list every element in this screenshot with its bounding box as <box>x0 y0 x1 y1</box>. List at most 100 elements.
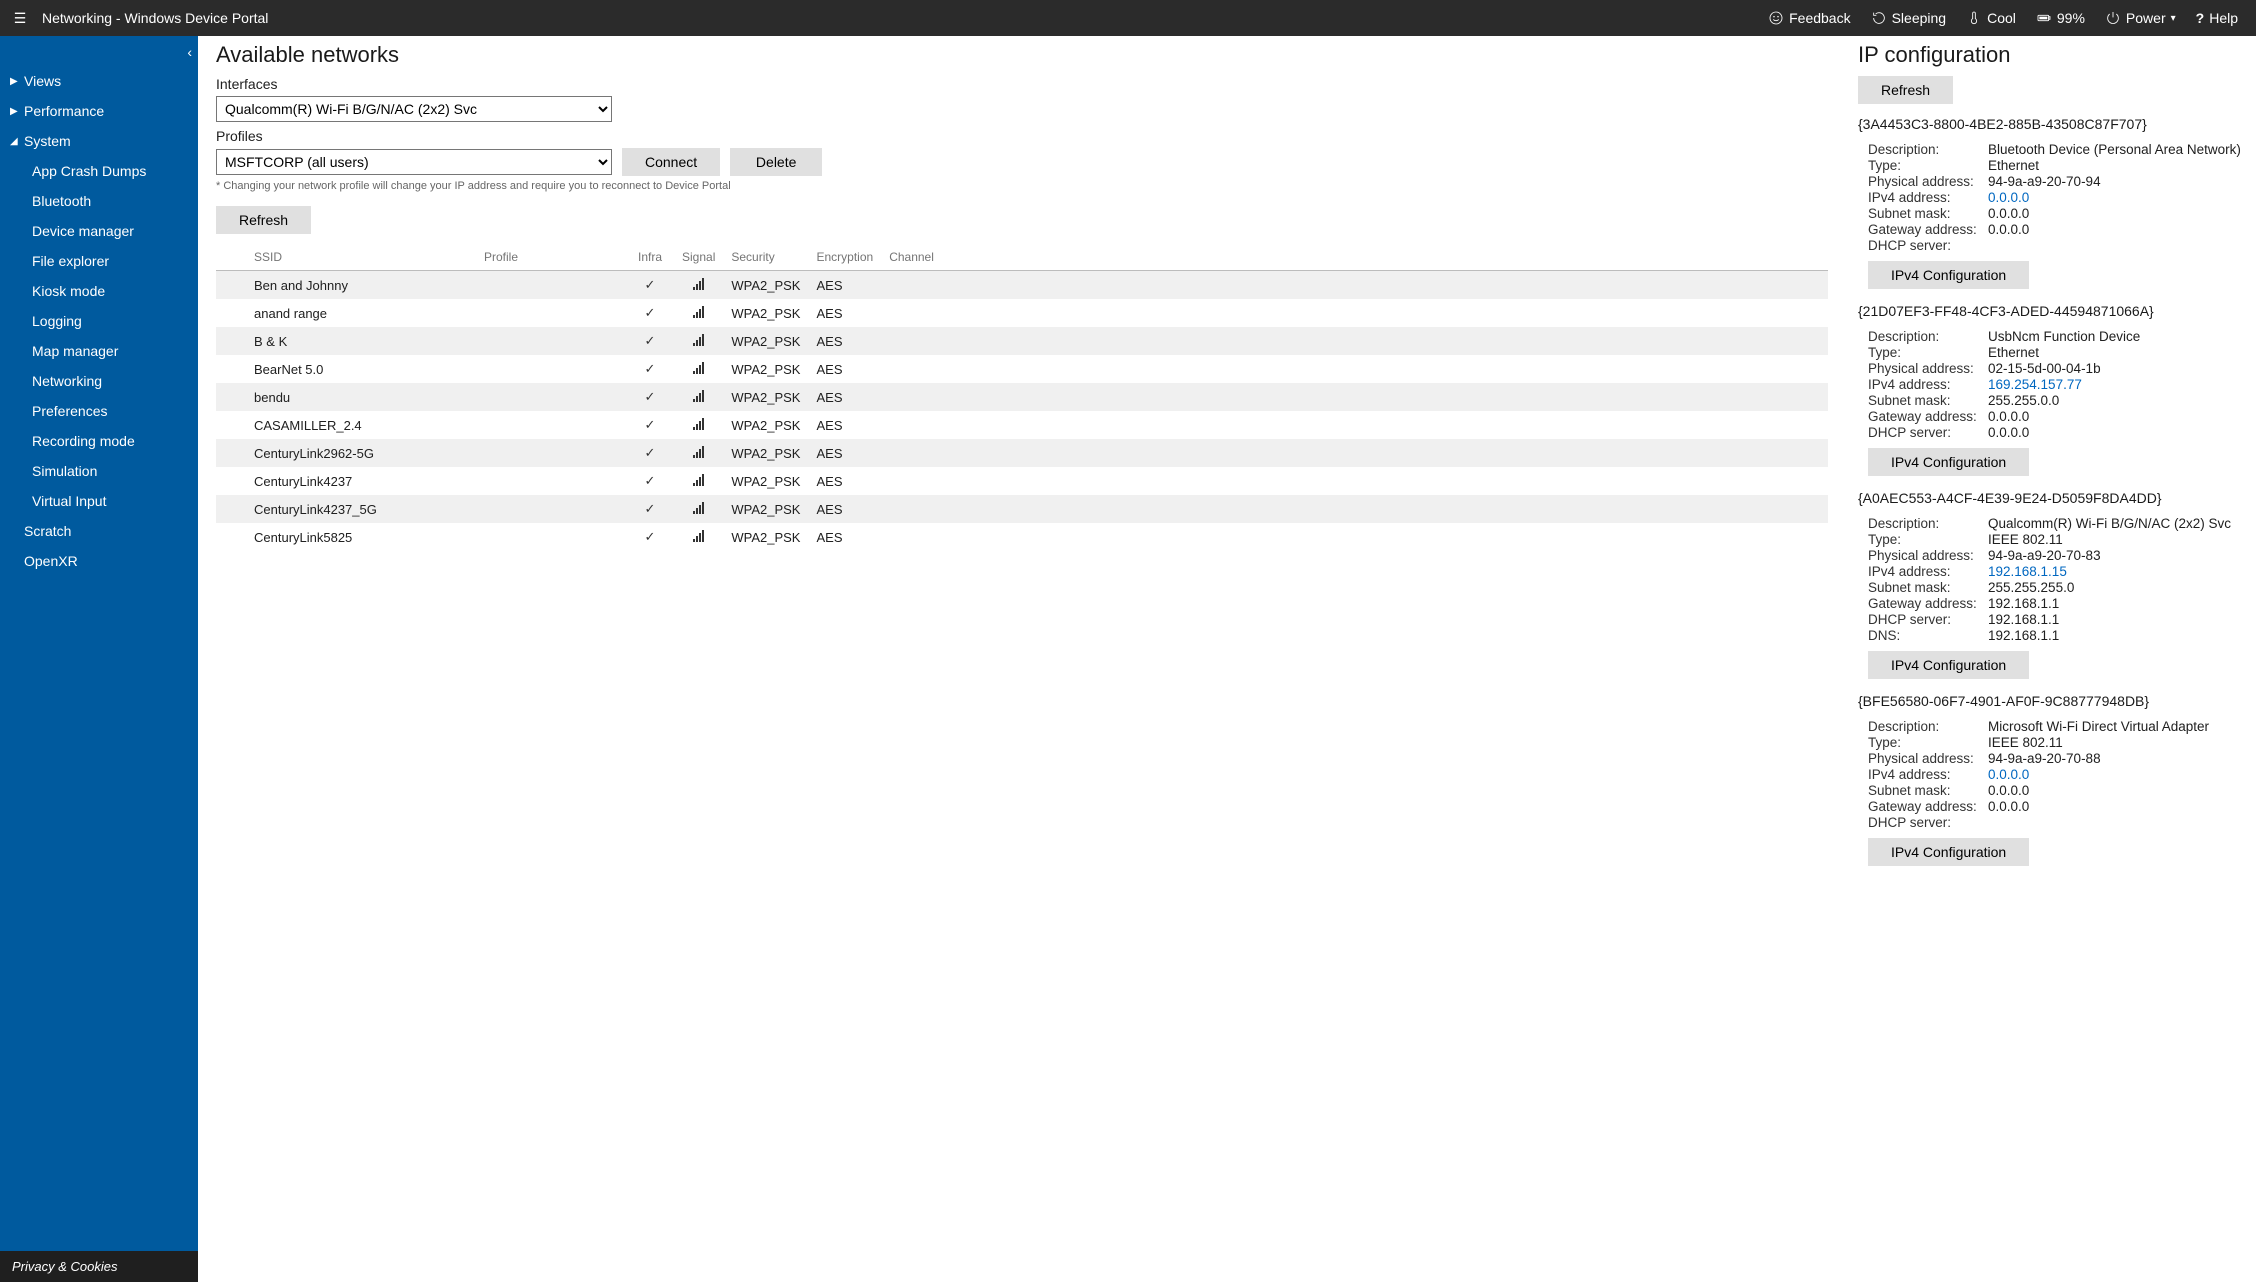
sidebar-item-openxr[interactable]: OpenXR <box>0 546 198 576</box>
feedback-button[interactable]: Feedback <box>1768 10 1850 26</box>
ip-configuration-panel: IP configuration Refresh {3A4453C3-8800-… <box>1846 36 2256 1282</box>
signal-icon <box>693 334 704 346</box>
signal-icon <box>693 502 704 514</box>
delete-button[interactable]: Delete <box>730 148 822 176</box>
sidebar-item-virtual-input[interactable]: Virtual Input <box>0 486 198 516</box>
sidebar-item-kiosk-mode[interactable]: Kiosk mode <box>0 276 198 306</box>
network-row[interactable]: benduWPA2_PSKAES <box>216 383 1828 411</box>
interfaces-label: Interfaces <box>216 76 1828 92</box>
check-icon <box>645 333 656 348</box>
privacy-link[interactable]: Privacy & Cookies <box>0 1251 198 1282</box>
adapter-properties: Description:Qualcomm(R) Wi-Fi B/G/N/AC (… <box>1858 516 2244 643</box>
check-icon <box>645 473 656 488</box>
network-row[interactable]: CenturyLink4237WPA2_PSKAES <box>216 467 1828 495</box>
column-header[interactable] <box>216 244 246 271</box>
help-button[interactable]: ? Help <box>2196 10 2238 26</box>
sidebar-item-file-explorer[interactable]: File explorer <box>0 246 198 276</box>
network-row[interactable]: CenturyLink2962-5GWPA2_PSKAES <box>216 439 1828 467</box>
ipv4-configuration-button[interactable]: IPv4 Configuration <box>1868 651 2029 679</box>
caret-icon: ◢ <box>10 136 20 147</box>
top-bar: ☰ Networking - Windows Device Portal Fee… <box>0 0 2256 36</box>
sidebar-item-recording-mode[interactable]: Recording mode <box>0 426 198 456</box>
check-icon <box>645 389 656 404</box>
check-icon <box>645 361 656 376</box>
sidebar-item-bluetooth[interactable]: Bluetooth <box>0 186 198 216</box>
check-icon <box>645 501 656 516</box>
sidebar-item-simulation[interactable]: Simulation <box>0 456 198 486</box>
ipv4-configuration-button[interactable]: IPv4 Configuration <box>1868 838 2029 866</box>
adapter-guid: {BFE56580-06F7-4901-AF0F-9C88777948DB} <box>1858 693 2244 709</box>
column-header[interactable]: Encryption <box>808 244 881 271</box>
nav-group-performance[interactable]: ▶Performance <box>0 96 198 126</box>
caret-icon: ▶ <box>10 76 20 87</box>
thermal-button[interactable]: Cool <box>1966 10 2016 26</box>
adapter-guid: {21D07EF3-FF48-4CF3-ADED-44594871066A} <box>1858 303 2244 319</box>
sidebar-item-networking[interactable]: Networking <box>0 366 198 396</box>
nav: ▶Views▶Performance◢SystemApp Crash Dumps… <box>0 36 198 1251</box>
profiles-label: Profiles <box>216 128 1828 144</box>
interface-select[interactable]: Qualcomm(R) Wi-Fi B/G/N/AC (2x2) Svc <box>216 96 612 122</box>
networks-table: SSIDProfileInfraSignalSecurityEncryption… <box>216 244 1828 551</box>
adapter-properties: Description:Bluetooth Device (Personal A… <box>1858 142 2244 253</box>
network-row[interactable]: BearNet 5.0WPA2_PSKAES <box>216 355 1828 383</box>
column-header[interactable]: Profile <box>476 244 626 271</box>
signal-icon <box>693 474 704 486</box>
ipv4-configuration-button[interactable]: IPv4 Configuration <box>1868 448 2029 476</box>
menu-icon[interactable]: ☰ <box>8 10 32 27</box>
profile-change-note: * Changing your network profile will cha… <box>216 180 1828 192</box>
network-row[interactable]: CenturyLink4237_5GWPA2_PSKAES <box>216 495 1828 523</box>
ipv4-link[interactable]: 0.0.0.0 <box>1988 190 2244 205</box>
network-row[interactable]: anand rangeWPA2_PSKAES <box>216 299 1828 327</box>
adapter-properties: Description:UsbNcm Function DeviceType:E… <box>1858 329 2244 440</box>
chevron-down-icon: ▾ <box>2171 13 2176 24</box>
network-row[interactable]: Ben and JohnnyWPA2_PSKAES <box>216 271 1828 300</box>
ipv4-link[interactable]: 192.168.1.15 <box>1988 564 2244 579</box>
nav-group-system[interactable]: ◢System <box>0 126 198 156</box>
ipv4-link[interactable]: 0.0.0.0 <box>1988 767 2244 782</box>
battery-icon <box>2036 10 2052 26</box>
column-header[interactable]: Channel <box>881 244 1828 271</box>
battery-button[interactable]: 99% <box>2036 10 2085 26</box>
column-header[interactable]: SSID <box>246 244 476 271</box>
profile-select[interactable]: MSFTCORP (all users) <box>216 149 612 175</box>
signal-icon <box>693 306 704 318</box>
sleeping-button[interactable]: Sleeping <box>1871 10 1947 26</box>
adapter-block: {A0AEC553-A4CF-4E39-9E24-D5059F8DA4DD}De… <box>1858 490 2244 679</box>
ipv4-configuration-button[interactable]: IPv4 Configuration <box>1868 261 2029 289</box>
refresh-ipconfig-button[interactable]: Refresh <box>1858 76 1953 104</box>
column-header[interactable]: Security <box>723 244 808 271</box>
check-icon <box>645 277 656 292</box>
sidebar: ‹ ▶Views▶Performance◢SystemApp Crash Dum… <box>0 36 198 1282</box>
sidebar-item-device-manager[interactable]: Device manager <box>0 216 198 246</box>
column-header[interactable]: Infra <box>626 244 674 271</box>
signal-icon <box>693 530 704 542</box>
history-icon <box>1871 10 1887 26</box>
refresh-networks-button[interactable]: Refresh <box>216 206 311 234</box>
adapter-properties: Description:Microsoft Wi-Fi Direct Virtu… <box>1858 719 2244 830</box>
network-row[interactable]: CenturyLink5825WPA2_PSKAES <box>216 523 1828 551</box>
thermometer-icon <box>1966 10 1982 26</box>
sidebar-item-app-crash-dumps[interactable]: App Crash Dumps <box>0 156 198 186</box>
sidebar-item-logging[interactable]: Logging <box>0 306 198 336</box>
caret-icon: ▶ <box>10 106 20 117</box>
sidebar-item-preferences[interactable]: Preferences <box>0 396 198 426</box>
sidebar-item-scratch[interactable]: Scratch <box>0 516 198 546</box>
sidebar-item-map-manager[interactable]: Map manager <box>0 336 198 366</box>
signal-icon <box>693 362 704 374</box>
network-row[interactable]: CASAMILLER_2.4WPA2_PSKAES <box>216 411 1828 439</box>
power-button[interactable]: Power ▾ <box>2105 10 2176 26</box>
ipv4-link[interactable]: 169.254.157.77 <box>1988 377 2244 392</box>
network-row[interactable]: B & KWPA2_PSKAES <box>216 327 1828 355</box>
available-networks-title: Available networks <box>216 42 1828 68</box>
check-icon <box>645 417 656 432</box>
adapter-block: {21D07EF3-FF48-4CF3-ADED-44594871066A} De… <box>1858 303 2244 476</box>
connect-button[interactable]: Connect <box>622 148 720 176</box>
adapter-guid: {3A4453C3-8800-4BE2-885B-43508C87F707} <box>1858 116 2244 132</box>
column-header[interactable]: Signal <box>674 244 723 271</box>
signal-icon <box>693 278 704 290</box>
signal-icon <box>693 418 704 430</box>
page-title: Networking - Windows Device Portal <box>42 10 268 26</box>
nav-group-views[interactable]: ▶Views <box>0 66 198 96</box>
collapse-sidebar-icon[interactable]: ‹ <box>187 44 192 60</box>
check-icon <box>645 445 656 460</box>
